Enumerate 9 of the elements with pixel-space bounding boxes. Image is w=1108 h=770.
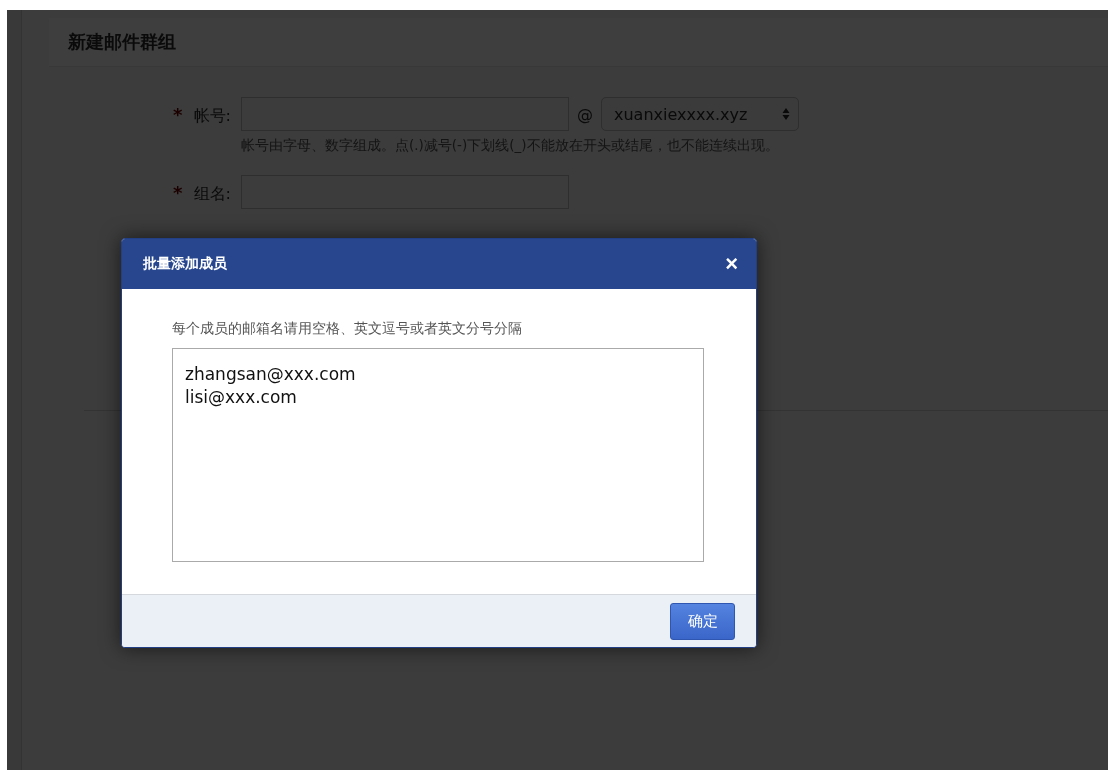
dialog-title: 批量添加成员: [143, 255, 227, 273]
at-sign: @: [577, 104, 593, 124]
required-asterisk: *: [173, 104, 183, 125]
instruction-text: 每个成员的邮箱名请用空格、英文逗号或者英文分号分隔: [172, 320, 523, 338]
close-button[interactable]: ×: [725, 251, 738, 277]
up-down-arrows-icon: [782, 107, 790, 121]
confirm-button[interactable]: 确定: [670, 602, 735, 640]
required-asterisk: *: [173, 182, 183, 203]
members-text-area[interactable]: zhangsan@xxx.com lisi@xxx.com: [172, 348, 704, 562]
